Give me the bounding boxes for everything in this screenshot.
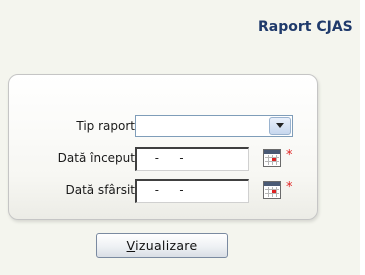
end-date-mask: - - [145, 183, 195, 197]
start-date-input[interactable]: - - [135, 147, 249, 171]
page-title: Raport CJAS [258, 19, 353, 35]
required-asterisk: * [286, 148, 293, 163]
chevron-down-icon[interactable] [269, 117, 291, 135]
report-type-select[interactable] [135, 115, 293, 137]
accesskey-letter: V [126, 238, 136, 253]
end-date-row: Dată sfârsit - - * [9, 179, 317, 203]
filter-panel: Tip raport Dată început - - * Dată sfârs… [8, 74, 318, 220]
report-type-row: Tip raport [9, 115, 317, 139]
calendar-icon[interactable] [263, 181, 281, 199]
end-date-input[interactable]: - - [135, 179, 249, 203]
start-date-label: Dată început [57, 151, 135, 165]
view-report-button[interactable]: Vizualizare [96, 233, 228, 258]
start-date-row: Dată început - - * [9, 147, 317, 171]
required-asterisk: * [286, 180, 293, 195]
calendar-icon[interactable] [263, 149, 281, 167]
report-type-label: Tip raport [76, 119, 135, 133]
button-label-rest: izualizare [135, 238, 198, 253]
end-date-label: Dată sfârsit [65, 183, 135, 197]
start-date-mask: - - [145, 151, 195, 165]
